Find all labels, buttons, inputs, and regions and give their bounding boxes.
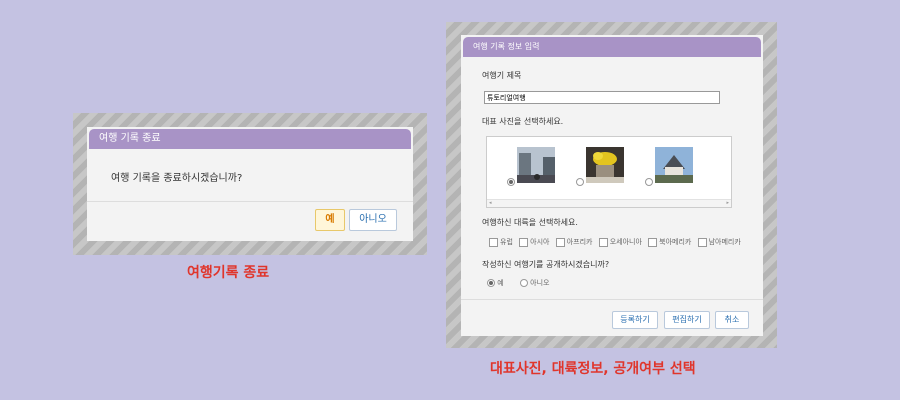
photo2-thumbnail[interactable] xyxy=(586,147,624,183)
yes-button[interactable]: 예 xyxy=(315,209,345,231)
photo-select-box[interactable]: ◂ ▸ xyxy=(486,136,732,208)
dialog2-caption: 대표사진, 대륙정보, 공개여부 선택 xyxy=(490,361,696,377)
dialog2-title: 여행 기록 정보 입력 xyxy=(463,37,761,57)
checkbox-icon[interactable] xyxy=(697,237,707,247)
continent-north-america[interactable]: 북아메리카 xyxy=(648,237,691,247)
continent-oceania[interactable]: 오세아니아 xyxy=(598,237,642,247)
continent-south-america[interactable]: 남아메리카 xyxy=(697,237,741,247)
travel-info-dialog: 여행 기록 정보 입력 여행기 제목 대표 사진을 선택하세요. xyxy=(461,35,763,336)
checkbox-icon[interactable] xyxy=(648,237,658,247)
scroll-left-icon[interactable]: ◂ xyxy=(489,200,492,207)
photo1-thumbnail[interactable] xyxy=(517,147,555,183)
photo-scrollbar[interactable]: ◂ ▸ xyxy=(487,199,731,207)
dialog1-message: 여행 기록을 종료하시겠습니까? xyxy=(111,173,243,184)
public-yes-option[interactable]: 예 xyxy=(487,279,504,287)
continent-africa[interactable]: 아프리카 xyxy=(555,237,592,247)
radio-icon[interactable] xyxy=(487,279,495,287)
scroll-right-icon[interactable]: ▸ xyxy=(726,200,729,207)
checkbox-icon[interactable] xyxy=(598,237,608,247)
photo3-thumbnail[interactable] xyxy=(655,147,693,183)
exit-travel-dialog: 여행 기록 종료 여행 기록을 종료하시겠습니까? 예 아니오 xyxy=(87,127,413,241)
travel-title-input[interactable] xyxy=(484,91,720,104)
dialog2-divider xyxy=(461,299,763,300)
register-button[interactable]: 등록하기 xyxy=(612,311,658,329)
checkbox-icon[interactable] xyxy=(555,237,565,247)
no-button[interactable]: 아니오 xyxy=(349,209,397,231)
cancel-button[interactable]: 취소 xyxy=(715,311,749,329)
public-question-label: 작성하신 여행기를 공개하시겠습니까? xyxy=(482,260,610,269)
edit-button[interactable]: 편집하기 xyxy=(664,311,710,329)
continent-europe[interactable]: 유럽 xyxy=(489,237,513,247)
photo2-radio[interactable] xyxy=(576,178,584,186)
checkbox-icon[interactable] xyxy=(489,237,498,247)
checkbox-icon[interactable] xyxy=(519,237,529,247)
dialog1-title: 여행 기록 종료 xyxy=(89,129,411,149)
dialog1-caption: 여행기록 종료 xyxy=(187,265,270,281)
photo3-radio[interactable] xyxy=(645,178,653,186)
dialog1-divider xyxy=(87,201,413,202)
continent-asia[interactable]: 아시아 xyxy=(519,237,549,247)
photo-select-label: 대표 사진을 선택하세요. xyxy=(482,117,564,126)
travel-title-label: 여행기 제목 xyxy=(482,71,522,80)
public-radio-row: 예 아니오 xyxy=(487,278,549,288)
photo1-radio[interactable] xyxy=(507,178,515,186)
continent-checkbox-row: 유럽 아시아 아프리카 오세아니아 북아메리카 남아메리카 xyxy=(489,237,741,247)
continent-select-label: 여행하신 대륙을 선택하세요. xyxy=(482,218,578,227)
public-no-option[interactable]: 아니오 xyxy=(519,279,549,287)
radio-icon[interactable] xyxy=(519,279,528,287)
